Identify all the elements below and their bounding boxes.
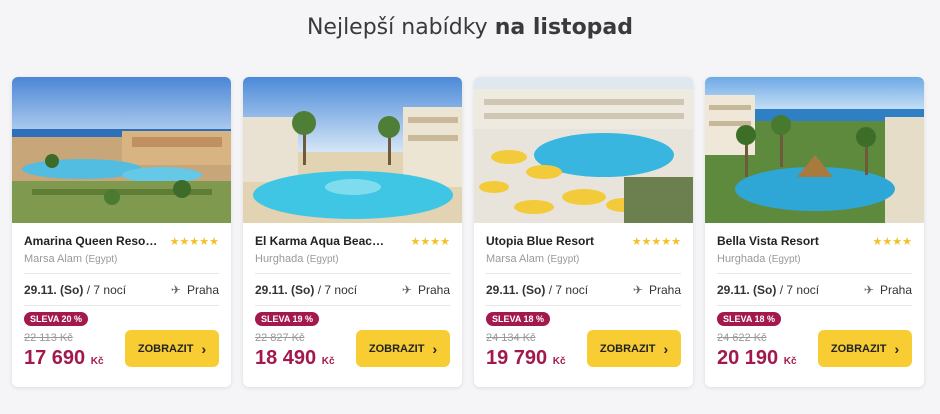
- divider: [24, 273, 219, 274]
- hotel-name[interactable]: Bella Vista Resort: [717, 234, 819, 248]
- offer-card[interactable]: Bella Vista Resort ★★★★ Hurghada (Egypt)…: [705, 77, 924, 387]
- old-price: 22 827 Kč: [255, 332, 305, 344]
- plane-icon: ✈: [863, 283, 874, 297]
- rating-stars: ★★★★★: [631, 235, 681, 248]
- trip-info: 29.11. (So) / 7 nocí ✈ Praha: [486, 283, 681, 297]
- rating-stars: ★★★★★: [169, 235, 219, 248]
- trip-date: 29.11. (So): [486, 283, 546, 297]
- location-country: (Egypt): [306, 254, 339, 265]
- hotel-photo[interactable]: [705, 77, 924, 223]
- new-price: 18 490 Kč: [255, 347, 335, 370]
- location-country: (Egypt): [768, 254, 801, 265]
- hotel-name[interactable]: El Karma Aqua Beach Re…: [255, 234, 391, 248]
- new-price: 19 790 Kč: [486, 347, 566, 370]
- departure-city: Praha: [879, 283, 912, 297]
- divider: [717, 273, 912, 274]
- new-price: 17 690 Kč: [24, 347, 104, 370]
- old-price: 24 622 Kč: [717, 332, 767, 344]
- trip-nights: / 7 nocí: [779, 283, 820, 297]
- show-offer-button[interactable]: ZOBRAZIT ›: [818, 330, 912, 367]
- page-title: Nejlepší nabídky na listopad: [0, 14, 940, 42]
- discount-badge: SLEVA 18 %: [717, 312, 782, 326]
- plane-icon: ✈: [632, 283, 643, 297]
- offer-card[interactable]: Amarina Queen Resor… ★★★★★ Marsa Alam (E…: [12, 77, 231, 387]
- divider: [717, 305, 912, 306]
- divider: [486, 273, 681, 274]
- trip-nights: / 7 nocí: [548, 283, 589, 297]
- trip-date: 29.11. (So): [255, 283, 315, 297]
- rating-stars: ★★★★: [410, 235, 450, 248]
- old-price: 24 134 Kč: [486, 332, 536, 344]
- hotel-location: Marsa Alam (Egypt): [24, 253, 219, 265]
- location-city: Hurghada: [717, 253, 766, 265]
- show-offer-button[interactable]: ZOBRAZIT ›: [125, 330, 219, 367]
- hotel-name[interactable]: Utopia Blue Resort: [486, 234, 594, 248]
- departure-city: Praha: [417, 283, 450, 297]
- hotel-location: Marsa Alam (Egypt): [486, 253, 681, 265]
- price-value: 20 190: [717, 347, 779, 369]
- chevron-right-icon: ›: [201, 340, 207, 357]
- trip-nights: / 7 nocí: [317, 283, 358, 297]
- chevron-right-icon: ›: [663, 340, 669, 357]
- price-currency: Kč: [783, 356, 797, 367]
- discount-badge: SLEVA 20 %: [24, 312, 89, 326]
- show-offer-label: ZOBRAZIT: [368, 342, 425, 355]
- show-offer-button[interactable]: ZOBRAZIT ›: [356, 330, 450, 367]
- show-offer-button[interactable]: ZOBRAZIT ›: [587, 330, 681, 367]
- plane-icon: ✈: [170, 283, 181, 297]
- hotel-location: Hurghada (Egypt): [255, 253, 450, 265]
- trip-info: 29.11. (So) / 7 nocí ✈ Praha: [717, 283, 912, 297]
- show-offer-label: ZOBRAZIT: [137, 342, 194, 355]
- price-value: 18 490: [255, 347, 317, 369]
- hotel-photo[interactable]: [12, 77, 231, 223]
- departure-city: Praha: [648, 283, 681, 297]
- offers-list: Amarina Queen Resor… ★★★★★ Marsa Alam (E…: [12, 77, 928, 387]
- location-city: Marsa Alam: [24, 253, 83, 265]
- price-currency: Kč: [552, 356, 566, 367]
- hotel-location: Hurghada (Egypt): [717, 253, 912, 265]
- location-country: (Egypt): [85, 254, 118, 265]
- location-country: (Egypt): [547, 254, 580, 265]
- trip-date: 29.11. (So): [717, 283, 777, 297]
- page-title-normal: Nejlepší nabídky: [306, 15, 488, 40]
- page-title-bold: na listopad: [494, 15, 634, 40]
- hotel-photo[interactable]: [243, 77, 462, 223]
- location-city: Hurghada: [255, 253, 304, 265]
- new-price: 20 190 Kč: [717, 347, 797, 370]
- chevron-right-icon: ›: [432, 340, 438, 357]
- location-city: Marsa Alam: [486, 253, 545, 265]
- departure-city: Praha: [186, 283, 219, 297]
- trip-nights: / 7 nocí: [86, 283, 127, 297]
- trip-date: 29.11. (So): [24, 283, 84, 297]
- discount-badge: SLEVA 18 %: [486, 312, 551, 326]
- divider: [24, 305, 219, 306]
- price-currency: Kč: [321, 356, 335, 367]
- discount-badge: SLEVA 19 %: [255, 312, 320, 326]
- show-offer-label: ZOBRAZIT: [599, 342, 656, 355]
- old-price: 22 113 Kč: [24, 332, 73, 344]
- divider: [255, 273, 450, 274]
- trip-info: 29.11. (So) / 7 nocí ✈ Praha: [24, 283, 219, 297]
- offer-card[interactable]: Utopia Blue Resort ★★★★★ Marsa Alam (Egy…: [474, 77, 693, 387]
- price-value: 17 690: [24, 347, 86, 369]
- rating-stars: ★★★★: [872, 235, 912, 248]
- show-offer-label: ZOBRAZIT: [830, 342, 887, 355]
- divider: [255, 305, 450, 306]
- hotel-name[interactable]: Amarina Queen Resor…: [24, 234, 160, 248]
- hotel-photo[interactable]: [474, 77, 693, 223]
- price-currency: Kč: [90, 356, 104, 367]
- trip-info: 29.11. (So) / 7 nocí ✈ Praha: [255, 283, 450, 297]
- chevron-right-icon: ›: [894, 340, 900, 357]
- divider: [486, 305, 681, 306]
- offer-card[interactable]: El Karma Aqua Beach Re… ★★★★ Hurghada (E…: [243, 77, 462, 387]
- plane-icon: ✈: [401, 283, 412, 297]
- price-value: 19 790: [486, 347, 548, 369]
